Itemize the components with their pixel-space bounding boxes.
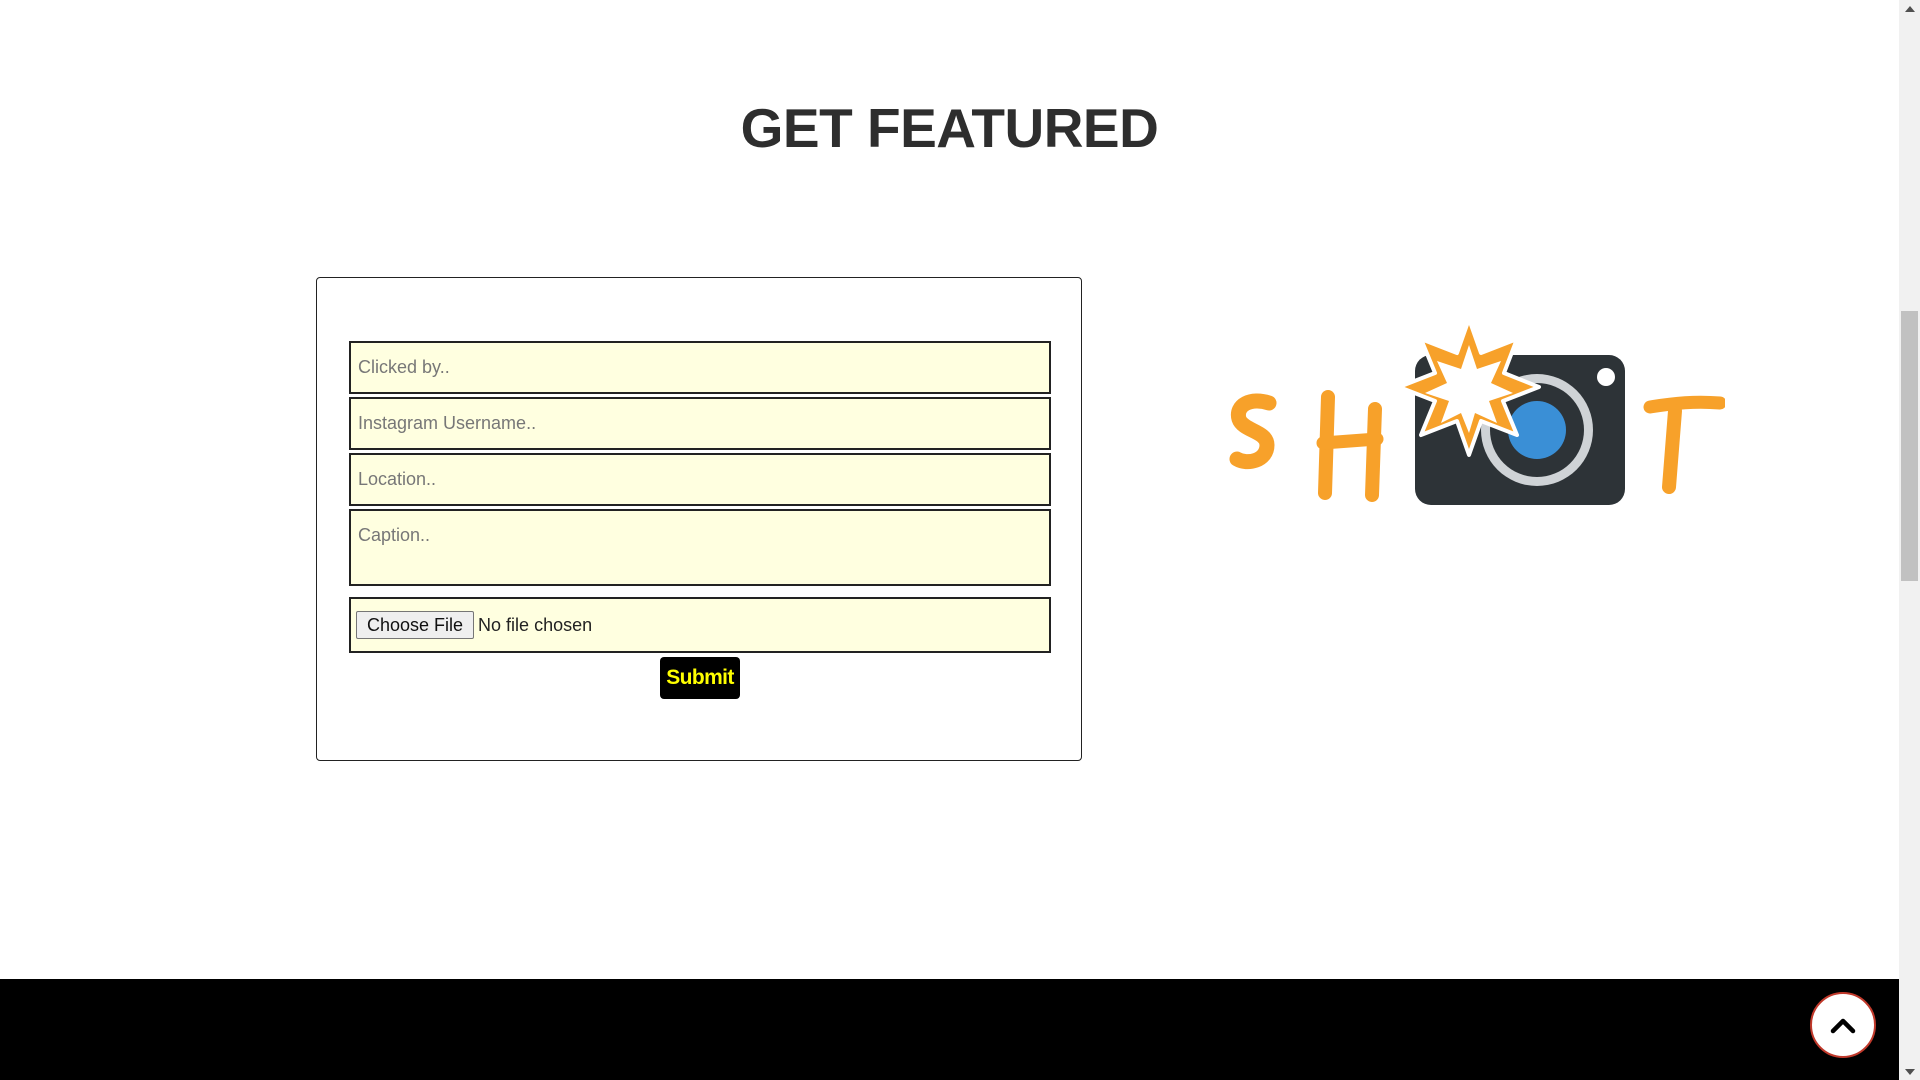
vertical-scrollbar[interactable] (1899, 0, 1920, 1080)
location-input[interactable] (349, 453, 1051, 506)
scroll-up-arrow[interactable] (1899, 0, 1920, 17)
page: GET FEATURED Choose File No file chosen … (0, 0, 1899, 1080)
back-to-top-button[interactable] (1810, 992, 1876, 1058)
scrollbar-thumb[interactable] (1901, 311, 1918, 581)
camera-indicator (1597, 368, 1615, 386)
logo-letter-h-bar (1316, 432, 1384, 450)
submit-button[interactable]: Submit (660, 657, 740, 699)
featured-form: Choose File No file chosen Submit (316, 277, 1082, 761)
logo-letter-s (1229, 393, 1277, 470)
chevron-up-icon (1830, 1018, 1856, 1034)
triangle-down-icon (1904, 1068, 1915, 1075)
footer (0, 979, 1899, 1080)
triangle-up-icon (1904, 5, 1915, 12)
choose-file-button[interactable]: Choose File (356, 611, 475, 639)
logo-letter-t-stem (1662, 404, 1682, 494)
page-title: GET FEATURED (740, 97, 1159, 159)
logo-letter-h-right (1365, 402, 1382, 502)
scroll-down-arrow[interactable] (1899, 1063, 1920, 1080)
caption-textarea[interactable] (349, 509, 1051, 586)
clicked-by-input[interactable] (349, 341, 1051, 394)
instagram-username-input[interactable] (349, 397, 1051, 450)
shot-logo (1229, 317, 1725, 505)
file-upload[interactable]: Choose File No file chosen (349, 597, 1051, 653)
logo-letter-t-bar (1643, 395, 1725, 414)
file-status: No file chosen (478, 614, 593, 635)
